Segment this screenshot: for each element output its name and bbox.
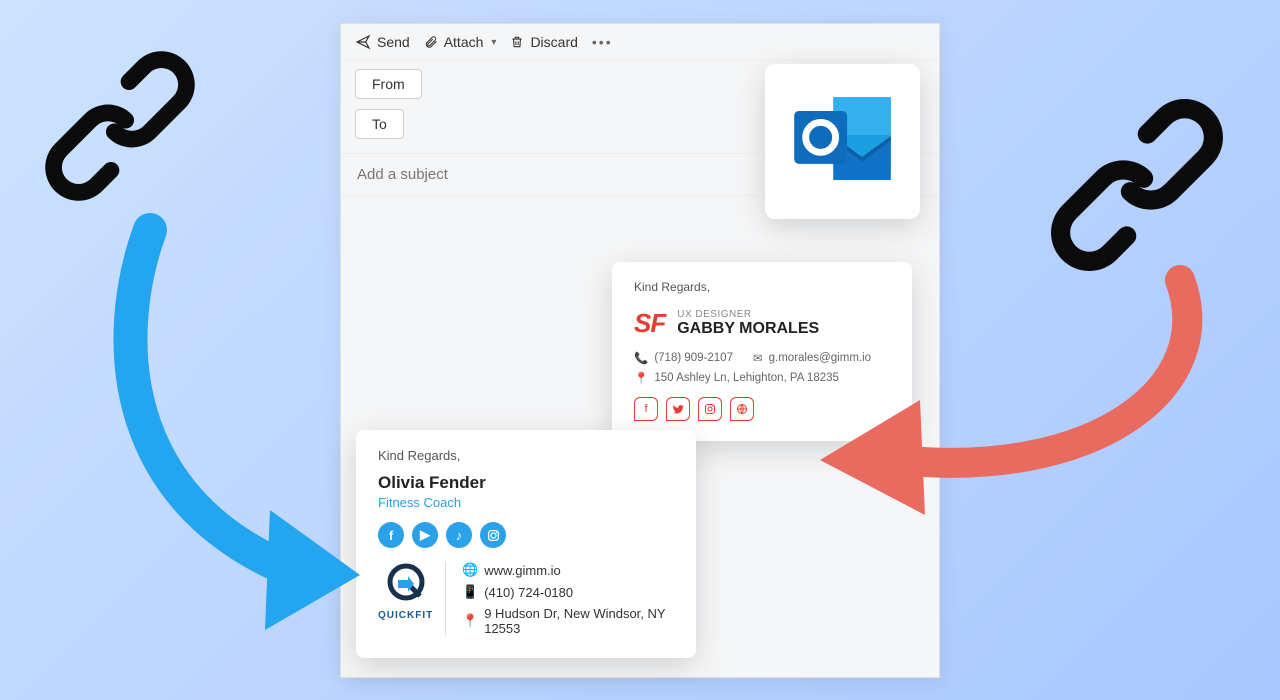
attach-label: Attach [444,34,484,50]
job-title: UX DESIGNER [677,309,819,320]
discard-label: Discard [530,34,577,50]
phone-value: (718) 909-2107 [654,352,733,364]
from-button[interactable]: From [355,69,422,99]
pin-icon: 📍 [634,371,648,385]
website-value: www.gimm.io [484,563,561,578]
signature-card-olivia: Kind Regards, Olivia Fender Fitness Coac… [356,430,696,658]
pin-icon: 📍 [462,613,476,629]
to-button[interactable]: To [355,109,404,139]
outlook-logo [765,64,920,219]
send-button[interactable]: Send [355,34,410,50]
more-button[interactable]: ••• [592,34,613,50]
person-name: Olivia Fender [378,473,674,493]
sf-logo: SF [634,308,665,339]
trash-icon [510,34,524,50]
twitter-icon[interactable] [666,397,690,421]
salutation: Kind Regards, [378,448,674,463]
instagram-icon[interactable] [480,522,506,548]
globe-icon[interactable] [730,397,754,421]
paperclip-icon [424,34,438,50]
attach-button[interactable]: Attach [424,34,497,50]
tiktok-icon[interactable]: ♪ [446,522,472,548]
instagram-icon[interactable] [698,397,722,421]
discard-button[interactable]: Discard [510,34,577,50]
job-title: Fitness Coach [378,495,674,510]
send-icon [355,34,371,50]
arrow-blue [70,200,400,645]
facebook-icon[interactable]: f [634,397,658,421]
phone-icon: 📞 [634,351,648,365]
phone-icon: 📱 [462,584,476,600]
person-name: GABBY MORALES [677,320,819,338]
link-icon [20,26,220,226]
address-value: 9 Hudson Dr, New Windsor, NY 12553 [484,606,674,636]
send-label: Send [377,34,410,50]
phone-value: (410) 724-0180 [484,585,573,600]
mail-icon: ✉ [753,351,763,365]
globe-icon: 🌐 [462,562,476,578]
toolbar: Send Attach Discard ••• [341,24,939,61]
arrow-red [810,250,1230,545]
youtube-icon[interactable]: ▶ [412,522,438,548]
